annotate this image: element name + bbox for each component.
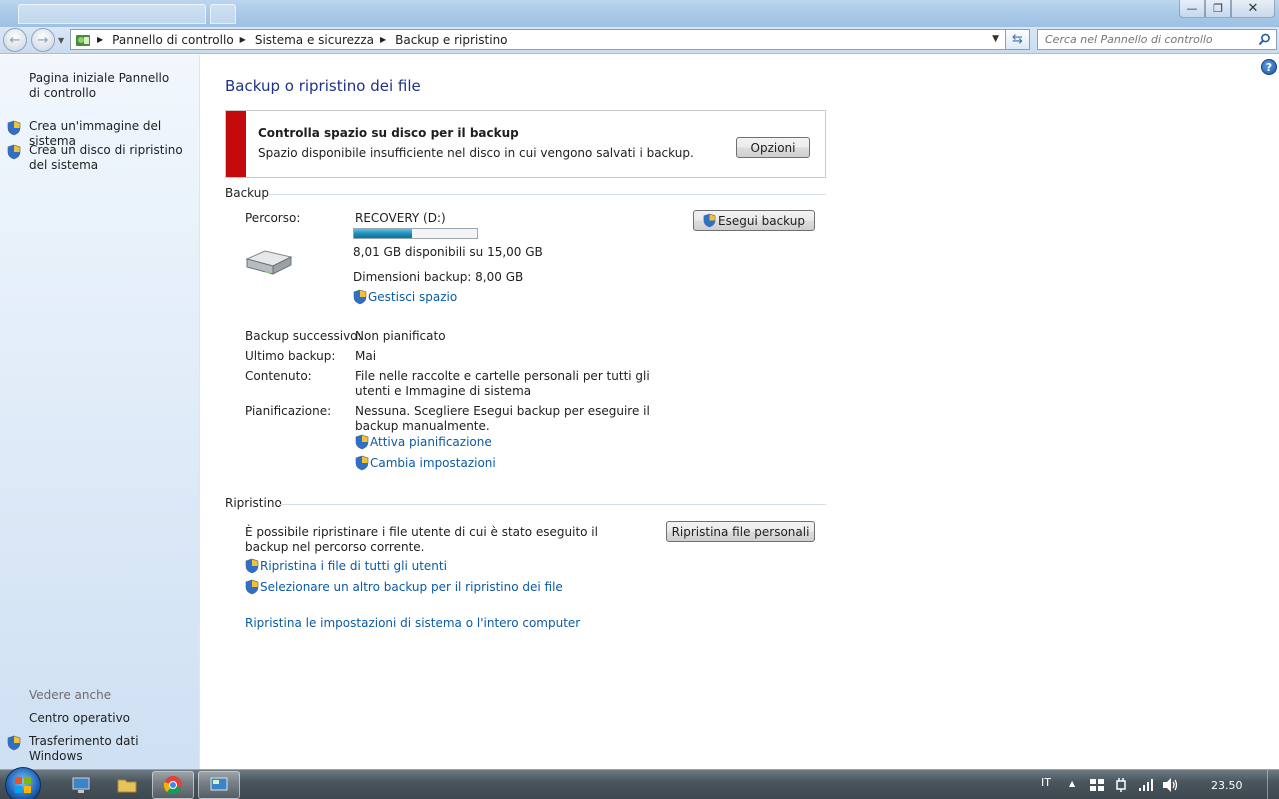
address-bar[interactable]: ▶ Pannello di controllo ▶ Sistema e sicur… <box>70 29 1006 50</box>
action-center-flag-icon[interactable] <box>1089 778 1105 792</box>
restore-system-link[interactable]: Ripristina le impostazioni di sistema o … <box>245 616 580 630</box>
shield-icon <box>7 735 21 751</box>
warning-title: Controlla spazio su disco per il backup <box>258 126 519 140</box>
shield-icon <box>245 579 259 595</box>
path-label: Percorso: <box>245 211 301 225</box>
backup-divider <box>269 194 826 195</box>
main-content: ? Backup o ripristino dei file Controlla… <box>201 55 1279 769</box>
schedule-value: Nessuna. Scegliere Esegui backup per ese… <box>355 404 650 433</box>
close-button[interactable]: ✕ <box>1231 0 1275 18</box>
content-label: Contenuto: <box>245 369 312 383</box>
folder-icon <box>117 779 137 793</box>
clock[interactable]: 23.50 <box>1211 779 1243 792</box>
last-backup-value: Mai <box>355 349 377 363</box>
change-settings-link[interactable]: Cambia impostazioni <box>355 455 496 471</box>
new-tab[interactable] <box>210 4 236 24</box>
restore-files-button[interactable]: Ripristina file personali <box>666 521 815 542</box>
last-backup-label: Ultimo backup: <box>245 349 336 363</box>
history-dropdown-icon[interactable]: ▼ <box>58 36 64 45</box>
language-indicator[interactable]: IT <box>1041 776 1051 789</box>
windows-logo-icon <box>15 777 31 793</box>
search-input[interactable] <box>1038 33 1248 46</box>
breadcrumb-separator: ▶ <box>97 35 104 44</box>
breadcrumb-pannello[interactable]: Pannello di controllo ▶ <box>112 33 255 47</box>
sidebar-item-home[interactable]: Pagina iniziale Pannello di controllo <box>0 71 195 103</box>
run-backup-button[interactable]: Esegui backup <box>693 210 815 231</box>
warning-color-bar <box>226 111 246 177</box>
caption-buttons: — ❐ ✕ <box>1179 0 1275 18</box>
backup-size-text: Dimensioni backup: 8,00 GB <box>353 270 524 284</box>
taskbar: IT ▲ 23.50 <box>0 767 1279 799</box>
content-value: File nelle raccolte e cartelle personali… <box>355 369 650 398</box>
computer-icon <box>72 777 90 793</box>
backup-section-heading: Backup <box>225 186 269 200</box>
next-backup-value: Non pianificato <box>355 329 446 343</box>
warning-box: Controlla spazio su disco per il backup … <box>225 110 826 178</box>
taskbar-control-panel-app[interactable] <box>198 771 240 799</box>
next-backup-label: Backup successivo: <box>245 329 362 343</box>
title-bar: — ❐ ✕ <box>0 0 1279 27</box>
enable-schedule-link[interactable]: Attiva pianificazione <box>355 434 492 450</box>
options-button[interactable]: Opzioni <box>736 137 810 158</box>
hard-drive-icon <box>245 250 293 275</box>
taskbar-computer-app[interactable] <box>60 771 102 799</box>
restore-divider <box>279 504 826 505</box>
breadcrumb-separator[interactable]: ▶ <box>240 35 246 44</box>
help-icon[interactable]: ? <box>1261 59 1277 75</box>
see-also-heading: Vedere anche <box>29 688 112 702</box>
control-panel-icon <box>73 30 93 49</box>
sidebar-item-action-center[interactable]: Centro operativo <box>0 711 195 727</box>
space-text: 8,01 GB disponibili su 15,00 GB <box>353 245 543 259</box>
minimize-button[interactable]: — <box>1179 0 1205 18</box>
schedule-label: Pianificazione: <box>245 404 332 418</box>
window-tab[interactable] <box>18 4 206 24</box>
breadcrumb-separator[interactable]: ▶ <box>380 35 386 44</box>
sidebar-item-system-image[interactable]: Crea un'immagine del sistema <box>0 119 195 148</box>
search-icon[interactable] <box>1258 33 1271 46</box>
restore-all-users-link[interactable]: Ripristina i file di tutti gli utenti <box>245 558 447 574</box>
volume-icon[interactable] <box>1161 777 1179 793</box>
manage-space-link[interactable]: Gestisci spazio <box>353 289 457 305</box>
restore-text: È possibile ripristinare i file utente d… <box>245 525 598 554</box>
restore-button[interactable]: ❐ <box>1205 0 1231 18</box>
taskbar-explorer-app[interactable] <box>106 771 148 799</box>
sidebar-item-easy-transfer[interactable]: Trasferimento dati Windows <box>0 734 195 763</box>
breadcrumb-sistema[interactable]: Sistema e sicurezza ▶ <box>255 33 395 47</box>
chrome-icon <box>163 776 182 795</box>
select-other-backup-link[interactable]: Selezionare un altro backup per il ripri… <box>245 579 563 595</box>
page-title: Backup o ripristino dei file <box>225 77 421 95</box>
shield-icon <box>7 120 21 136</box>
disk-usage-fill <box>354 229 412 238</box>
show-hidden-icons-icon[interactable]: ▲ <box>1069 779 1075 788</box>
control-panel-icon <box>210 777 228 791</box>
restore-section-heading: Ripristino <box>225 496 282 510</box>
forward-button[interactable]: → <box>31 28 55 52</box>
sidebar: Pagina iniziale Pannello di controllo Cr… <box>0 55 200 769</box>
shield-icon <box>703 213 716 228</box>
shield-icon <box>355 455 369 471</box>
network-signal-icon[interactable] <box>1138 778 1154 792</box>
shield-icon <box>7 144 21 160</box>
warning-text: Spazio disponibile insufficiente nel dis… <box>258 146 694 160</box>
start-button[interactable] <box>5 767 41 799</box>
refresh-button[interactable]: ⇆ <box>1006 29 1030 50</box>
shield-icon <box>355 434 369 450</box>
drive-name: RECOVERY (D:) <box>355 211 446 225</box>
back-button[interactable]: ← <box>3 28 27 52</box>
sidebar-item-recovery-disc[interactable]: Crea un disco di ripristino del sistema <box>0 143 195 175</box>
show-desktop-button[interactable] <box>1267 770 1279 799</box>
disk-usage-bar <box>353 228 478 239</box>
breadcrumb-backup[interactable]: Backup e ripristino <box>395 33 507 47</box>
taskbar-chrome-app[interactable] <box>152 771 194 799</box>
navigation-bar: ← → ▼ ▶ Pannello di controllo ▶ Sistema e… <box>0 27 1279 54</box>
shield-icon <box>353 289 367 305</box>
search-box[interactable] <box>1037 29 1277 50</box>
shield-icon <box>245 558 259 574</box>
power-plug-icon[interactable] <box>1114 777 1128 793</box>
refresh-icon: ⇆ <box>1012 32 1023 47</box>
address-dropdown-icon[interactable]: ▼ <box>992 34 999 44</box>
